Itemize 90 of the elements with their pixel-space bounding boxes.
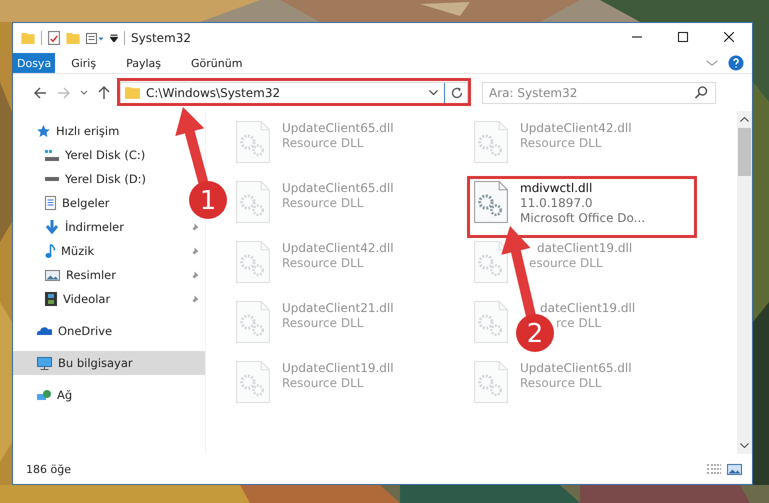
folder-icon[interactable]	[21, 32, 35, 44]
file-detail: Resource DLL	[520, 136, 602, 151]
sidebar-item[interactable]: Hızlı erişim	[13, 119, 205, 143]
file-name: UpdateClient42.dll	[282, 241, 394, 256]
properties-icon[interactable]	[48, 31, 60, 45]
pin-icon[interactable]	[190, 294, 199, 304]
caret-icon[interactable]	[110, 34, 118, 42]
sidebar-item[interactable]: Resimler	[13, 263, 205, 287]
file-name: dateClient19.dll	[536, 241, 632, 256]
file-detail: Resource DLL	[282, 196, 364, 211]
close-icon	[724, 32, 734, 42]
maximize-icon	[678, 32, 688, 42]
drive-icon	[45, 150, 59, 160]
file-detail: Resource DLL	[282, 256, 364, 271]
sidebar-item[interactable]: Videolar	[13, 287, 205, 311]
file-detail: esource DLL	[528, 256, 603, 271]
file-name: UpdateClient65.dll	[282, 181, 394, 196]
sidebar-label: Resimler	[66, 268, 117, 282]
up-arrow-icon[interactable]	[98, 86, 110, 100]
chevron-down-icon[interactable]	[740, 443, 749, 448]
address-bar[interactable]: C:\Windows\System32	[120, 82, 468, 104]
network-icon	[37, 390, 51, 400]
star-icon	[37, 125, 50, 137]
folder-icon[interactable]	[66, 32, 80, 44]
sidebar-item[interactable]: Yerel Disk (D:)	[13, 167, 150, 191]
minimize-icon	[632, 36, 642, 38]
download-arrow-icon	[45, 220, 59, 234]
sidebar-item[interactable]: Ağ	[13, 383, 205, 407]
scroll-thumb[interactable]	[738, 128, 751, 176]
document-icon	[45, 196, 56, 210]
cloud-icon	[37, 327, 52, 335]
sidebar-label: Videolar	[63, 292, 112, 306]
details-view-icon[interactable]	[707, 464, 721, 474]
address-path: C:\Windows\System32	[146, 86, 282, 100]
forward-arrow-icon[interactable]	[57, 86, 70, 98]
drive-icon	[45, 177, 59, 181]
item-count: 186 öğe	[26, 462, 71, 476]
file-detail: Resource DLL	[282, 376, 364, 391]
computer-icon	[37, 356, 52, 370]
sidebar-label: Ağ	[57, 388, 74, 402]
file-name: UpdateClient42.dll	[520, 121, 632, 136]
callout-number: 2	[526, 319, 544, 349]
file-name: dateClient19.dll	[539, 301, 636, 316]
file-name: mdivwctl.dll	[520, 181, 592, 196]
sidebar-label: İndirmeler	[65, 220, 125, 234]
file-name: UpdateClient65.dll	[282, 121, 394, 136]
search-field[interactable]: Ara: System32	[482, 82, 716, 104]
sidebar-label: Bu bilgisayar	[58, 356, 134, 370]
view-dropdown-icon[interactable]	[86, 32, 104, 44]
search-icon	[695, 86, 708, 98]
file-name: UpdateClient19.dll	[282, 361, 394, 376]
gear-file-icon[interactable]	[474, 181, 508, 223]
window-title: System32	[131, 31, 192, 45]
sidebar-item[interactable]: Yerel Disk (C:)	[13, 143, 150, 167]
ribbon-tab[interactable]: Dosya	[13, 53, 56, 73]
sidebar-item[interactable]: Bu bilgisayar	[13, 351, 205, 375]
file-detail: Resource DLL	[282, 316, 364, 331]
sidebar-item[interactable]: OneDrive	[13, 319, 205, 343]
chevron-down-icon[interactable]	[429, 90, 438, 95]
refresh-icon[interactable]	[451, 86, 463, 98]
file-name: UpdateClient21.dll	[282, 301, 394, 316]
sidebar-item[interactable]: İndirmeler	[13, 215, 205, 239]
sidebar-label: OneDrive	[58, 324, 114, 338]
folder-icon	[125, 86, 140, 98]
chevron-up-icon[interactable]	[740, 117, 749, 122]
callout-number: 1	[200, 186, 216, 216]
film-icon	[45, 292, 57, 306]
chevron-down-icon[interactable]	[80, 90, 88, 95]
picture-icon	[45, 270, 60, 280]
sidebar-label: Yerel Disk (C:)	[65, 148, 146, 162]
sidebar-item[interactable]: Belgeler	[13, 191, 114, 215]
sidebar-label: Yerel Disk (D:)	[65, 172, 146, 186]
sidebar-label: Belgeler	[62, 196, 110, 210]
pin-icon[interactable]	[190, 222, 199, 232]
file-detail: Resource DLL	[520, 376, 602, 391]
file-detail: Microsoft Office Do...	[520, 211, 646, 226]
music-note-icon	[45, 244, 55, 258]
file-detail: 11.0.1897.0	[520, 196, 593, 211]
sidebar-label: Müzik	[61, 244, 96, 258]
file-detail: Resource DLL	[282, 136, 364, 151]
pin-icon[interactable]	[190, 270, 199, 280]
sidebar-item[interactable]: Müzik	[13, 239, 205, 263]
file-detail: rce DLL	[555, 316, 602, 331]
help-icon[interactable]	[728, 55, 744, 71]
sidebar-label: Hızlı erişim	[56, 124, 120, 138]
scrollbar[interactable]	[737, 111, 752, 454]
pin-icon[interactable]	[190, 246, 199, 256]
large-icons-view-icon[interactable]	[727, 464, 742, 474]
back-arrow-icon[interactable]	[34, 86, 47, 98]
file-name: UpdateClient65.dll	[520, 361, 632, 376]
